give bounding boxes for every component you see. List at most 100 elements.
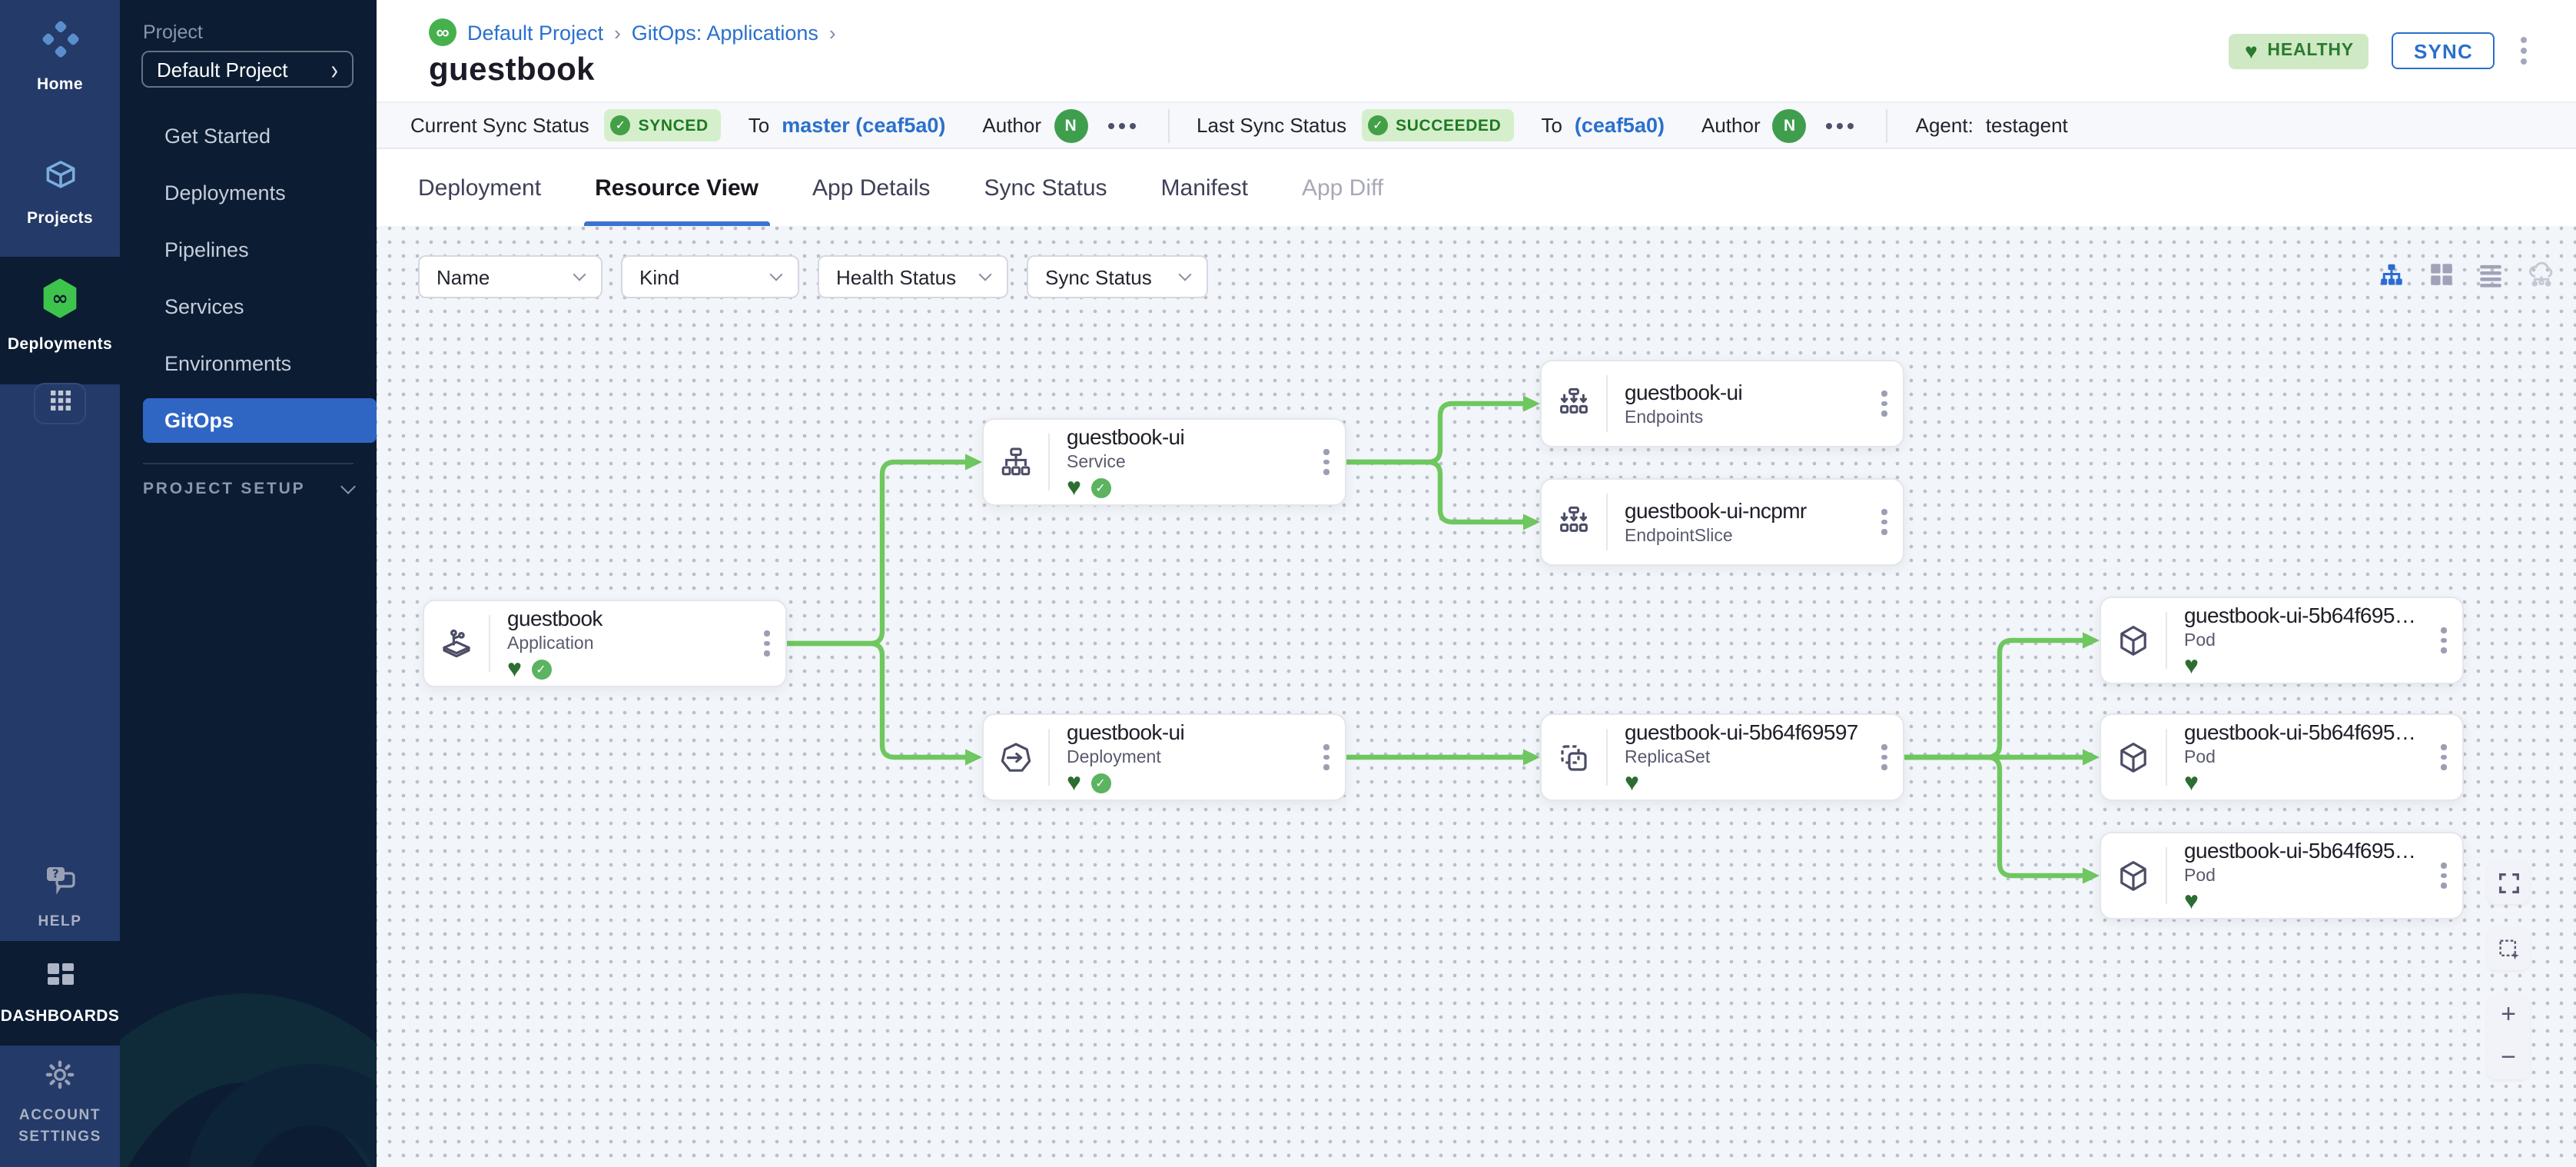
sync-button[interactable]: SYNC [2392, 32, 2495, 69]
node-endpointslice-guestbook-ui-ncpmr[interactable]: guestbook-ui-ncpmr EndpointSlice ♥ ✓ [1540, 478, 1904, 566]
node-menu-kebab[interactable] [1866, 715, 1903, 800]
node-pod-2[interactable]: guestbook-ui-5b64f6959... Pod ♥ ✓ [2100, 713, 2464, 801]
statusbar-divider [1887, 108, 1888, 142]
node-pod-3[interactable]: guestbook-ui-5b64f6959... Pod ♥ ✓ [2100, 832, 2464, 919]
healthy-heart-icon: ♥ [1067, 773, 1081, 794]
node-application-guestbook[interactable]: guestbook Application ♥ ✓ [423, 600, 787, 687]
node-menu-kebab[interactable] [1866, 480, 1903, 564]
node-kind: Pod [2184, 630, 2422, 651]
rail-deployments-label: Deployments [8, 335, 112, 354]
rail-account-label-2: SETTINGS [18, 1129, 101, 1147]
node-kind: Pod [2184, 746, 2422, 768]
project-label: Project [143, 22, 203, 43]
node-endpoints-guestbook-ui[interactable]: guestbook-ui Endpoints ♥ ✓ [1540, 360, 1904, 447]
health-badge-label: HEALTHY [2267, 42, 2354, 60]
rail-item-dashboards[interactable]: DASHBOARDS [0, 959, 120, 1026]
harness-logo-icon [39, 18, 81, 68]
node-replicaset-guestbook-ui-5b64f69597[interactable]: guestbook-ui-5b64f69597 ReplicaSet ♥ ✓ [1540, 713, 1904, 801]
current-sync-status-label: Current Sync Status [410, 114, 589, 137]
node-pod-1[interactable]: guestbook-ui-5b64f6959... Pod ♥ ✓ [2100, 597, 2464, 684]
rail-dashboards-label: DASHBOARDS [1, 1007, 120, 1026]
to-label: To [749, 114, 769, 137]
svg-text:?: ? [52, 867, 59, 881]
tab-resource-view[interactable]: Resource View [595, 149, 759, 226]
sidebar-item-services[interactable]: Services [120, 278, 377, 335]
marquee-select-button[interactable] [2487, 927, 2530, 970]
synced-check-icon: ✓ [1090, 478, 1110, 498]
node-name: guestbook [507, 605, 745, 631]
marquee-selection-icon [2495, 936, 2521, 962]
node-kind: Pod [2184, 865, 2422, 886]
rail-item-home[interactable]: Home [0, 18, 120, 94]
node-kind: ReplicaSet [1625, 746, 1863, 768]
chevron-down-icon [340, 479, 356, 494]
node-menu-kebab[interactable] [1308, 715, 1345, 800]
last-target-revision-link[interactable]: (ceaf5a0) [1575, 114, 1665, 137]
tab-deployment[interactable]: Deployment [418, 149, 541, 226]
app-window: Home Projects ∞ Deployments ? HELP [0, 0, 2576, 1167]
resource-tree-canvas[interactable]: Name Kind Health Status Sync Status [377, 226, 2576, 1167]
harness-watermark [120, 844, 377, 1167]
sidebar-item-gitops[interactable]: GitOps [143, 398, 377, 443]
breadcrumb-project-link[interactable]: Default Project [467, 21, 603, 44]
chevron-right-icon: › [331, 55, 338, 83]
rail-item-account-settings[interactable]: ACCOUNT SETTINGS [0, 1058, 120, 1147]
node-menu-kebab[interactable] [2425, 833, 2462, 918]
node-service-guestbook-ui[interactable]: guestbook-ui Service ♥ ✓ [982, 418, 1346, 506]
node-menu-kebab[interactable] [2425, 715, 2462, 800]
tab-sync-status[interactable]: Sync Status [984, 149, 1107, 226]
deployments-hexagon-icon: ∞ [38, 277, 81, 327]
tab-app-details[interactable]: App Details [812, 149, 930, 226]
node-deployment-guestbook-ui[interactable]: guestbook-ui Deployment ♥ ✓ [982, 713, 1346, 801]
svg-text:∞: ∞ [51, 287, 68, 310]
module-picker-button[interactable] [34, 383, 86, 424]
breadcrumb: ∞ Default Project › GitOps: Applications… [429, 18, 836, 46]
healthy-heart-icon: ♥ [507, 659, 522, 680]
node-menu-kebab[interactable] [1308, 420, 1345, 504]
breadcrumb-applications-link[interactable]: GitOps: Applications [632, 21, 818, 44]
sidebar-item-deployments[interactable]: Deployments [120, 165, 377, 221]
node-menu-kebab[interactable] [1866, 361, 1903, 446]
sidebar-item-environments[interactable]: Environments [120, 335, 377, 392]
check-circle-icon: ✓ [611, 115, 631, 135]
sidebar-item-get-started[interactable]: Get Started [120, 108, 377, 165]
node-name: guestbook-ui-ncpmr [1625, 497, 1863, 524]
main-content: ∞ Default Project › GitOps: Applications… [377, 0, 2576, 1167]
rail-item-help[interactable]: ? HELP [0, 861, 120, 932]
fullscreen-icon [2495, 869, 2521, 896]
current-target-revision-link[interactable]: master (ceaf5a0) [782, 114, 945, 137]
rail-projects-label: Projects [27, 209, 93, 228]
zoom-out-button[interactable]: − [2487, 1036, 2530, 1079]
zoom-in-button[interactable]: + [2487, 993, 2530, 1036]
agent-value: testagent [1986, 114, 2068, 137]
projects-box-icon [41, 155, 79, 201]
zoom-controls: + − [2487, 993, 2530, 1079]
healthy-heart-icon: ♥ [2184, 891, 2199, 913]
node-name: guestbook-ui-5b64f6959... [2184, 837, 2422, 863]
node-name: guestbook-ui-5b64f69597 [1625, 719, 1863, 745]
commit-more-kebab[interactable] [1822, 118, 1859, 133]
agent-label: Agent: [1916, 114, 1973, 137]
node-menu-kebab[interactable] [749, 601, 785, 686]
tab-app-diff[interactable]: App Diff [1302, 149, 1383, 226]
breadcrumb-separator: › [829, 21, 836, 44]
sidebar-item-pipelines[interactable]: Pipelines [120, 221, 377, 278]
resource-tree-edges [377, 226, 2576, 1167]
check-circle-icon: ✓ [1368, 115, 1388, 135]
project-selector[interactable]: Default Project › [141, 51, 354, 88]
app-menu-kebab[interactable] [2518, 34, 2530, 68]
commit-more-kebab[interactable] [1103, 118, 1140, 133]
rail-item-deployments[interactable]: ∞ Deployments [0, 277, 120, 354]
node-menu-kebab[interactable] [2425, 598, 2462, 683]
project-setup-toggle[interactable]: PROJECT SETUP [143, 480, 354, 498]
fit-view-button[interactable] [2487, 861, 2530, 904]
tab-manifest[interactable]: Manifest [1161, 149, 1248, 226]
healthy-heart-icon: ♥ [1067, 477, 1081, 499]
healthy-heart-icon: ♥ [2184, 656, 2199, 677]
rail-item-projects[interactable]: Projects [0, 155, 120, 228]
page-header: ∞ Default Project › GitOps: Applications… [377, 0, 2576, 101]
synced-check-icon: ✓ [1090, 773, 1110, 793]
breadcrumb-separator: › [614, 21, 621, 44]
to-label: To [1541, 114, 1562, 137]
pod-cube-icon [2101, 598, 2166, 683]
